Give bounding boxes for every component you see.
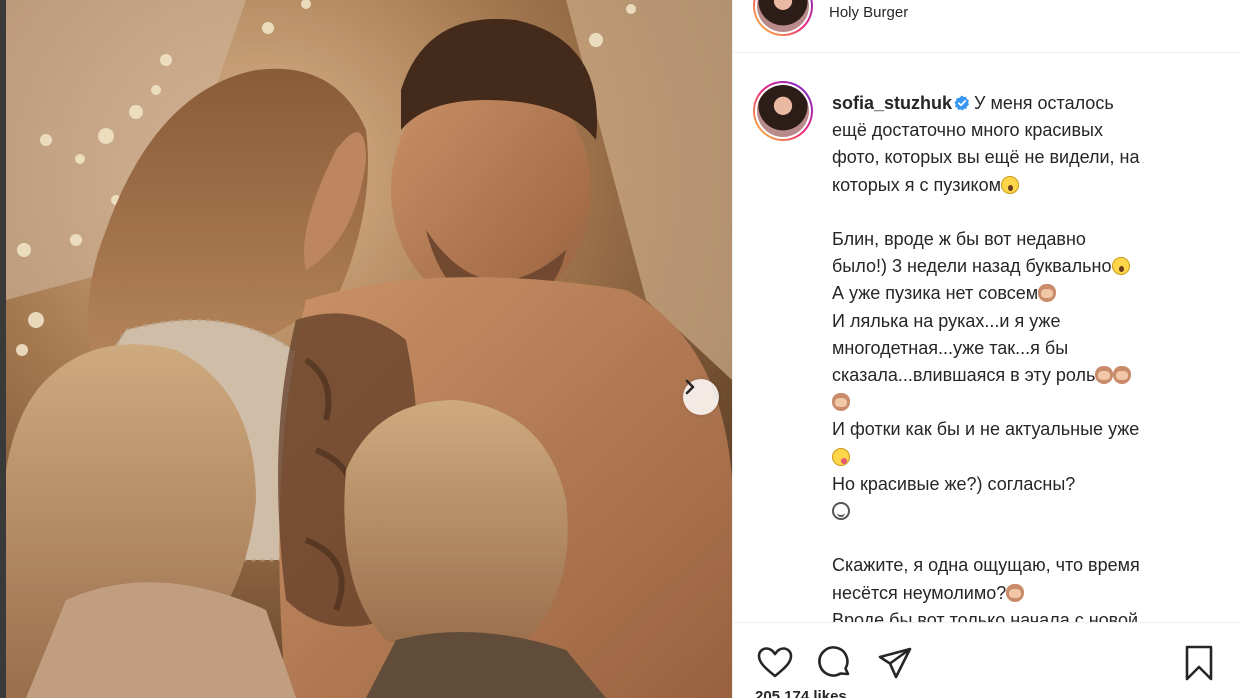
caption-line: которых я с пузиком bbox=[832, 172, 1217, 199]
caption-line: И лялька на руках...и я уже bbox=[832, 310, 1061, 331]
heart-icon[interactable] bbox=[755, 643, 795, 683]
verified-badge-icon bbox=[954, 95, 970, 111]
see-no-evil-monkey-emoji-icon bbox=[1095, 366, 1114, 385]
share-icon[interactable] bbox=[875, 643, 915, 683]
caption-line: ещё достаточно много красивых bbox=[832, 120, 1103, 141]
see-no-evil-monkey-emoji-icon bbox=[1113, 366, 1132, 385]
caption-paragraph: Скажите, я одна ощущаю, что время несётс… bbox=[832, 552, 1217, 622]
caption-line bbox=[832, 389, 1217, 416]
see-no-evil-monkey-emoji-icon bbox=[1038, 284, 1057, 303]
caption-line: sofia_stuzhuk У меня осталось bbox=[832, 90, 1217, 117]
caption-line: Блин, вроде ж бы вот недавно bbox=[832, 229, 1086, 249]
caption-line: фото, которых вы ещё не видели, на bbox=[832, 147, 1140, 168]
caption-avatar[interactable] bbox=[753, 81, 813, 141]
caption-line: И фотки как бы и не актуальные уже bbox=[832, 419, 1140, 440]
caption-text: несётся неумолимо? bbox=[832, 582, 1007, 603]
caption-line bbox=[832, 498, 1217, 525]
caption-text: А уже пузика нет совсем bbox=[832, 283, 1039, 304]
caption-line bbox=[832, 444, 1217, 471]
comment-icon[interactable] bbox=[815, 643, 855, 683]
caption-text: было!) 3 недели назад буквально bbox=[832, 256, 1112, 277]
location-link[interactable]: Holy Burger bbox=[829, 4, 908, 21]
caption-line: Скажите, я одна ощущаю, что время bbox=[832, 555, 1140, 576]
bookmark-icon[interactable] bbox=[1179, 643, 1219, 683]
zany-face-emoji-icon bbox=[832, 447, 850, 466]
caption-line: Вроде бы вот только начала с новой bbox=[832, 609, 1139, 622]
caption-line: А уже пузика нет совсем bbox=[832, 280, 1217, 307]
caption-line: несётся неумолимо? bbox=[832, 580, 1217, 607]
caption-line: сказала...влившаяся в эту роль bbox=[832, 362, 1217, 389]
caption-text: У меня осталось bbox=[974, 93, 1114, 113]
see-no-evil-monkey-emoji-icon bbox=[832, 393, 850, 412]
post-photo[interactable] bbox=[6, 0, 732, 698]
caption-text: сказала...влившаяся в эту роль bbox=[832, 365, 1096, 386]
post-detail-panel: Holy Burger ••• sofia_stuzhuk У меня оста… bbox=[732, 0, 1240, 698]
scream-emoji-icon bbox=[1111, 257, 1130, 276]
next-photo-button[interactable] bbox=[683, 379, 719, 415]
chevron-right-icon bbox=[685, 379, 695, 395]
caption-text: которых я с пузиком bbox=[832, 174, 1001, 195]
see-no-evil-monkey-emoji-icon bbox=[1006, 583, 1025, 602]
photo-illustration bbox=[6, 0, 732, 698]
post-header: Holy Burger ••• bbox=[733, 0, 1240, 53]
more-options-button[interactable]: ••• bbox=[1198, 0, 1223, 7]
username-link[interactable]: sofia_stuzhuk bbox=[832, 93, 952, 113]
caption-line: многодетная...уже так...я бы bbox=[832, 337, 1069, 358]
likes-count[interactable]: 205 174 likes bbox=[755, 688, 847, 698]
caption-paragraph: Блин, вроде ж бы вот недавно было!) 3 не… bbox=[832, 226, 1217, 525]
caption-line: было!) 3 недели назад буквально bbox=[832, 253, 1217, 280]
smiling-face-emoji-icon bbox=[832, 502, 850, 521]
scream-emoji-icon bbox=[1000, 175, 1019, 194]
caption-paragraph: sofia_stuzhuk У меня осталось ещё достато… bbox=[832, 90, 1217, 199]
header-avatar[interactable] bbox=[753, 0, 813, 36]
caption-line: Но красивые же?) согласны? bbox=[832, 473, 1076, 494]
caption-area: sofia_stuzhuk У меня осталось ещё достато… bbox=[733, 53, 1240, 622]
caption: sofia_stuzhuk У меня осталось ещё достато… bbox=[832, 90, 1217, 622]
